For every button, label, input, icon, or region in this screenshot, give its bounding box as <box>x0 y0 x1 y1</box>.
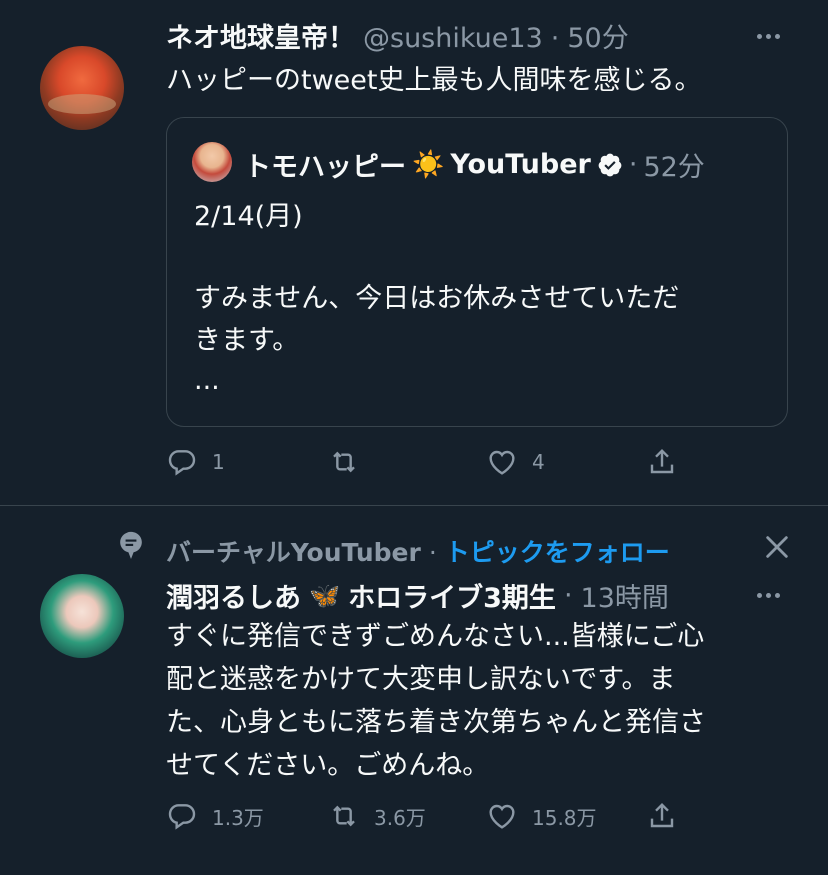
tweet2-reply-count: 1.3万 <box>212 805 264 830</box>
retweet-icon <box>333 451 355 473</box>
topic-separator: · <box>428 538 437 567</box>
tweet2-line-2: 配と迷惑をかけて大変申し訳ないです。ま <box>166 664 676 695</box>
like-icon <box>489 450 515 475</box>
tweet-divider <box>0 505 828 506</box>
quote-display-name-suffix: YouTuber <box>450 149 591 180</box>
tweet1-time[interactable]: 50分 <box>567 16 628 55</box>
tweet1-reply-action[interactable]: 1 <box>166 446 225 478</box>
quote-avatar <box>192 142 232 182</box>
close-icon[interactable] <box>763 533 791 561</box>
quote-line-1: 2/14(月) <box>194 201 303 232</box>
tweet2-header: 潤羽るしあ 🦋 ホロライブ3期生 · 13時間 <box>166 576 669 615</box>
like-icon <box>489 804 515 829</box>
quote-line-4: ... <box>194 365 220 396</box>
tweet1-retweet-action[interactable] <box>328 446 374 478</box>
avatar-rushia[interactable] <box>40 574 124 658</box>
share-icon <box>650 802 674 828</box>
tweet2-line-1: すぐに発信できずごめんなさい...皆様にご心 <box>166 621 705 652</box>
tweet2-share-action[interactable] <box>646 800 678 832</box>
tweet2-like-action[interactable]: 15.8万 <box>486 800 597 832</box>
retweet-icon <box>333 805 355 827</box>
tweet2-time[interactable]: 13時間 <box>581 576 669 615</box>
sun-emoji: ☀️ <box>412 149 445 180</box>
tweet2-reply-action[interactable]: 1.3万 <box>166 800 264 832</box>
tweet2-display-name-suffix[interactable]: ホロライブ3期生 <box>348 576 556 615</box>
share-icon <box>650 448 674 474</box>
tweet1-separator: · <box>550 23 560 54</box>
butterfly-emoji: 🦋 <box>309 580 341 610</box>
quote-display-name: トモハッピー <box>244 152 406 183</box>
tweet2-line-3: た、心身ともに落ち着き次第ちゃんと発信さ <box>166 707 706 738</box>
tweet1-share-action[interactable] <box>646 446 678 478</box>
tweet1-reply-count: 1 <box>212 450 225 474</box>
tweet2-retweet-action[interactable]: 3.6万 <box>328 800 426 832</box>
avatar-neo[interactable] <box>40 46 124 130</box>
verified-badge-icon <box>598 153 622 176</box>
reply-icon <box>168 804 196 830</box>
tweet2-separator: · <box>563 580 573 611</box>
tweet1-handle[interactable]: @sushikue13 <box>363 23 543 54</box>
tweet1-more-icon[interactable] <box>750 26 786 46</box>
tweet1-display-name[interactable]: ネオ地球皇帝！ <box>166 16 355 55</box>
quote-line-3: きます。 <box>194 325 300 356</box>
topic-row: バーチャルYouTuber · トピックをフォロー <box>166 533 670 569</box>
topic-icon <box>120 531 142 559</box>
tweet2-line-4: せてください。ごめんね。 <box>166 750 490 781</box>
quote-header: トモハッピー ☀️ YouTuber · 52分 <box>244 145 705 184</box>
tweet1-like-count: 4 <box>532 450 545 474</box>
reply-icon <box>168 450 196 476</box>
tweet1-header: ネオ地球皇帝！ @sushikue13 · 50分 <box>166 16 629 55</box>
tweet1-like-action[interactable]: 4 <box>486 446 545 478</box>
quote-line-2: すみません、今日はお休みさせていただ <box>194 283 680 314</box>
quote-separator: · <box>628 149 638 180</box>
tweet2-retweet-count: 3.6万 <box>374 805 426 830</box>
follow-topic-link[interactable]: トピックをフォロー <box>445 533 670 569</box>
tweet2-display-name[interactable]: 潤羽るしあ <box>166 576 301 615</box>
tweet1-text: ハッピーのtweet史上最も人間味を感じる。 <box>166 65 702 96</box>
topic-label[interactable]: バーチャルYouTuber <box>166 533 421 569</box>
quote-time: 52分 <box>643 152 705 183</box>
tweet2-like-count: 15.8万 <box>532 805 597 830</box>
tweet2-more-icon[interactable] <box>750 585 786 605</box>
